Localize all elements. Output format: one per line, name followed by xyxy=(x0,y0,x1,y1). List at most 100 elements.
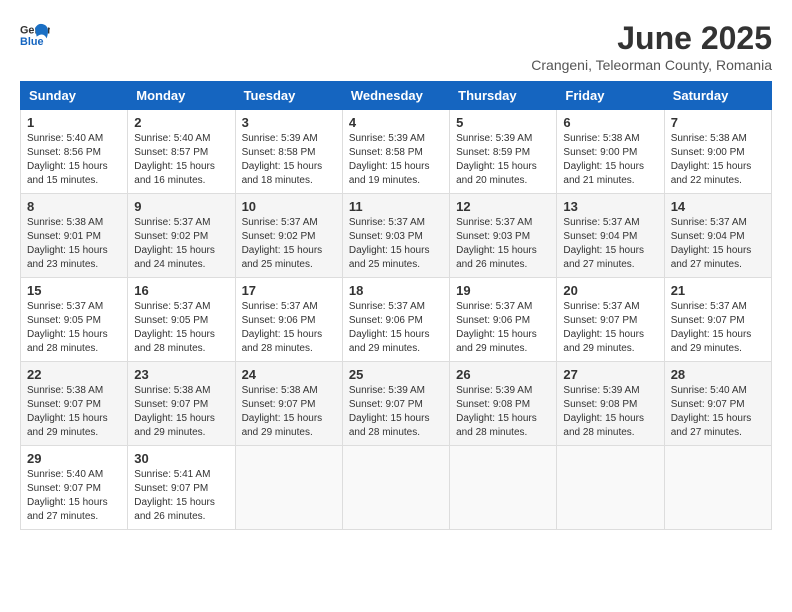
calendar-week-5: 29Sunrise: 5:40 AMSunset: 9:07 PMDayligh… xyxy=(21,446,772,530)
column-header-saturday: Saturday xyxy=(664,82,771,110)
day-cell-5: 5 Sunrise: 5:39 AMSunset: 8:59 PMDaylight… xyxy=(450,110,557,194)
day-cell-4: 4 Sunrise: 5:39 AMSunset: 8:58 PMDaylight… xyxy=(342,110,449,194)
day-number: 4 xyxy=(349,115,443,130)
day-cell-24: 24Sunrise: 5:38 AMSunset: 9:07 PMDayligh… xyxy=(235,362,342,446)
column-header-tuesday: Tuesday xyxy=(235,82,342,110)
page-header: General Blue June 2025 Crangeni, Teleorm… xyxy=(20,20,772,73)
day-info: Sunrise: 5:37 AMSunset: 9:04 PMDaylight:… xyxy=(671,216,765,272)
day-cell-8: 8 Sunrise: 5:38 AMSunset: 9:01 PMDaylight… xyxy=(21,194,128,278)
day-cell-14: 14 Sunrise: 5:37 AMSunset: 9:04 PMDayligh… xyxy=(664,194,771,278)
day-number: 20 xyxy=(563,283,657,298)
day-info: Sunrise: 5:38 AMSunset: 9:01 PMDaylight:… xyxy=(27,216,121,272)
empty-cell xyxy=(557,446,664,530)
day-number: 28 xyxy=(671,367,765,382)
day-info: Sunrise: 5:39 AMSunset: 9:07 PMDaylight:… xyxy=(349,384,443,440)
day-cell-25: 25Sunrise: 5:39 AMSunset: 9:07 PMDayligh… xyxy=(342,362,449,446)
day-cell-13: 13 Sunrise: 5:37 AMSunset: 9:04 PMDayligh… xyxy=(557,194,664,278)
day-cell-6: 6 Sunrise: 5:38 AMSunset: 9:00 PMDaylight… xyxy=(557,110,664,194)
calendar-week-2: 8 Sunrise: 5:38 AMSunset: 9:01 PMDaylight… xyxy=(21,194,772,278)
day-number: 12 xyxy=(456,199,550,214)
day-number: 2 xyxy=(134,115,228,130)
day-number: 19 xyxy=(456,283,550,298)
day-info: Sunrise: 5:39 AMSunset: 8:58 PMDaylight:… xyxy=(349,132,443,188)
empty-cell xyxy=(235,446,342,530)
day-info: Sunrise: 5:37 AMSunset: 9:06 PMDaylight:… xyxy=(349,300,443,356)
day-cell-3: 3Sunrise: 5:39 AMSunset: 8:58 PMDaylight… xyxy=(235,110,342,194)
logo: General Blue xyxy=(20,20,50,50)
day-number: 22 xyxy=(27,367,121,382)
calendar-week-1: 1 Sunrise: 5:40 AMSunset: 8:56 PMDaylight… xyxy=(21,110,772,194)
day-number: 23 xyxy=(134,367,228,382)
month-title: June 2025 xyxy=(531,20,772,57)
day-info: Sunrise: 5:40 AMSunset: 9:07 PMDaylight:… xyxy=(671,384,765,440)
day-cell-10: 10 Sunrise: 5:37 AMSunset: 9:02 PMDayligh… xyxy=(235,194,342,278)
day-cell-20: 20 Sunrise: 5:37 AMSunset: 9:07 PMDayligh… xyxy=(557,278,664,362)
day-cell-29: 29Sunrise: 5:40 AMSunset: 9:07 PMDayligh… xyxy=(21,446,128,530)
day-number: 8 xyxy=(27,199,121,214)
day-cell-1: 1 Sunrise: 5:40 AMSunset: 8:56 PMDaylight… xyxy=(21,110,128,194)
day-info: Sunrise: 5:37 AMSunset: 9:07 PMDaylight:… xyxy=(563,300,657,356)
day-info: Sunrise: 5:41 AMSunset: 9:07 PMDaylight:… xyxy=(134,468,228,524)
day-info: Sunrise: 5:37 AMSunset: 9:02 PMDaylight:… xyxy=(242,216,336,272)
day-number: 1 xyxy=(27,115,121,130)
day-cell-30: 30 Sunrise: 5:41 AMSunset: 9:07 PMDayligh… xyxy=(128,446,235,530)
day-info: Sunrise: 5:37 AMSunset: 9:06 PMDaylight:… xyxy=(456,300,550,356)
day-info: Sunrise: 5:39 AMSunset: 8:58 PMDaylight:… xyxy=(242,132,336,188)
column-header-friday: Friday xyxy=(557,82,664,110)
day-number: 6 xyxy=(563,115,657,130)
day-info: Sunrise: 5:38 AMSunset: 9:00 PMDaylight:… xyxy=(671,132,765,188)
day-info: Sunrise: 5:37 AMSunset: 9:03 PMDaylight:… xyxy=(456,216,550,272)
svg-text:Blue: Blue xyxy=(20,36,43,48)
day-info: Sunrise: 5:39 AMSunset: 8:59 PMDaylight:… xyxy=(456,132,550,188)
day-number: 21 xyxy=(671,283,765,298)
calendar-table: SundayMondayTuesdayWednesdayThursdayFrid… xyxy=(20,81,772,530)
day-number: 13 xyxy=(563,199,657,214)
day-number: 24 xyxy=(242,367,336,382)
calendar-body: 1 Sunrise: 5:40 AMSunset: 8:56 PMDaylight… xyxy=(21,110,772,530)
day-cell-22: 22 Sunrise: 5:38 AMSunset: 9:07 PMDayligh… xyxy=(21,362,128,446)
day-cell-15: 15 Sunrise: 5:37 AMSunset: 9:05 PMDayligh… xyxy=(21,278,128,362)
day-cell-2: 2 Sunrise: 5:40 AMSunset: 8:57 PMDaylight… xyxy=(128,110,235,194)
day-cell-9: 9 Sunrise: 5:37 AMSunset: 9:02 PMDaylight… xyxy=(128,194,235,278)
column-header-monday: Monday xyxy=(128,82,235,110)
day-number: 17 xyxy=(242,283,336,298)
day-number: 16 xyxy=(134,283,228,298)
day-number: 7 xyxy=(671,115,765,130)
location-title: Crangeni, Teleorman County, Romania xyxy=(531,57,772,73)
day-info: Sunrise: 5:38 AMSunset: 9:00 PMDaylight:… xyxy=(563,132,657,188)
day-info: Sunrise: 5:38 AMSunset: 9:07 PMDaylight:… xyxy=(27,384,121,440)
day-cell-28: 28 Sunrise: 5:40 AMSunset: 9:07 PMDayligh… xyxy=(664,362,771,446)
column-header-thursday: Thursday xyxy=(450,82,557,110)
day-info: Sunrise: 5:37 AMSunset: 9:05 PMDaylight:… xyxy=(27,300,121,356)
day-number: 14 xyxy=(671,199,765,214)
day-cell-21: 21Sunrise: 5:37 AMSunset: 9:07 PMDayligh… xyxy=(664,278,771,362)
day-info: Sunrise: 5:40 AMSunset: 8:56 PMDaylight:… xyxy=(27,132,121,188)
empty-cell xyxy=(342,446,449,530)
day-cell-26: 26Sunrise: 5:39 AMSunset: 9:08 PMDayligh… xyxy=(450,362,557,446)
day-number: 10 xyxy=(242,199,336,214)
day-number: 5 xyxy=(456,115,550,130)
day-cell-19: 19 Sunrise: 5:37 AMSunset: 9:06 PMDayligh… xyxy=(450,278,557,362)
day-cell-7: 7 Sunrise: 5:38 AMSunset: 9:00 PMDaylight… xyxy=(664,110,771,194)
calendar-header: SundayMondayTuesdayWednesdayThursdayFrid… xyxy=(21,82,772,110)
column-header-sunday: Sunday xyxy=(21,82,128,110)
day-number: 30 xyxy=(134,451,228,466)
day-info: Sunrise: 5:39 AMSunset: 9:08 PMDaylight:… xyxy=(563,384,657,440)
day-cell-17: 17 Sunrise: 5:37 AMSunset: 9:06 PMDayligh… xyxy=(235,278,342,362)
day-cell-16: 16Sunrise: 5:37 AMSunset: 9:05 PMDayligh… xyxy=(128,278,235,362)
day-info: Sunrise: 5:37 AMSunset: 9:03 PMDaylight:… xyxy=(349,216,443,272)
day-number: 18 xyxy=(349,283,443,298)
day-info: Sunrise: 5:40 AMSunset: 8:57 PMDaylight:… xyxy=(134,132,228,188)
day-info: Sunrise: 5:37 AMSunset: 9:04 PMDaylight:… xyxy=(563,216,657,272)
day-info: Sunrise: 5:37 AMSunset: 9:02 PMDaylight:… xyxy=(134,216,228,272)
title-section: June 2025 Crangeni, Teleorman County, Ro… xyxy=(531,20,772,73)
day-info: Sunrise: 5:40 AMSunset: 9:07 PMDaylight:… xyxy=(27,468,121,524)
day-number: 9 xyxy=(134,199,228,214)
day-cell-18: 18 Sunrise: 5:37 AMSunset: 9:06 PMDayligh… xyxy=(342,278,449,362)
day-cell-27: 27 Sunrise: 5:39 AMSunset: 9:08 PMDayligh… xyxy=(557,362,664,446)
day-number: 15 xyxy=(27,283,121,298)
calendar-week-3: 15 Sunrise: 5:37 AMSunset: 9:05 PMDayligh… xyxy=(21,278,772,362)
day-info: Sunrise: 5:39 AMSunset: 9:08 PMDaylight:… xyxy=(456,384,550,440)
day-number: 27 xyxy=(563,367,657,382)
day-info: Sunrise: 5:37 AMSunset: 9:06 PMDaylight:… xyxy=(242,300,336,356)
